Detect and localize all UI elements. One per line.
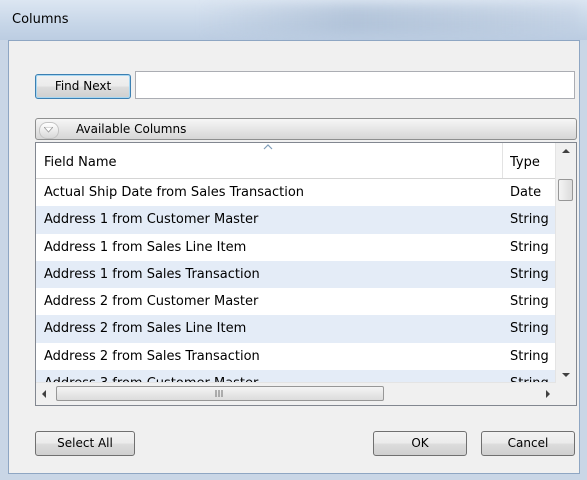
- scroll-right-arrow-icon[interactable]: [539, 383, 556, 405]
- field-name-cell: Address 2 from Sales Transaction: [44, 348, 260, 364]
- field-name-cell: Address 1 from Customer Master: [44, 212, 259, 228]
- ok-button[interactable]: OK: [373, 431, 467, 456]
- select-all-button[interactable]: Select All: [35, 431, 135, 456]
- type-cell: String: [510, 348, 549, 364]
- dialog-body: Find Next Available Columns Field Name T…: [8, 40, 580, 474]
- column-header-type[interactable]: Type: [510, 155, 556, 170]
- scroll-grip-icon: [215, 390, 223, 397]
- find-next-button[interactable]: Find Next: [35, 74, 131, 99]
- field-name-cell: Actual Ship Date from Sales Transaction: [44, 185, 305, 200]
- field-name-cell: Address 2 from Sales Line Item: [44, 321, 247, 337]
- field-name-cell: Address 1 from Sales Line Item: [44, 239, 247, 255]
- grid-header: Field Name Type: [36, 143, 556, 179]
- table-row[interactable]: Address 2 from Sales Transaction String: [36, 343, 556, 370]
- type-cell: String: [510, 294, 549, 310]
- vertical-scrollbar[interactable]: [555, 143, 576, 383]
- table-row[interactable]: Address 2 from Sales Line Item String: [36, 315, 556, 343]
- field-name-cell: Address 2 from Customer Master: [44, 294, 259, 310]
- table-row[interactable]: Address 2 from Customer Master String: [36, 288, 556, 315]
- type-cell: String: [510, 239, 549, 255]
- vertical-scroll-thumb[interactable]: [558, 179, 573, 201]
- sort-ascending-icon: [263, 144, 273, 150]
- scroll-down-arrow-icon[interactable]: [556, 366, 576, 383]
- column-header-field-name[interactable]: Field Name: [44, 155, 117, 170]
- available-columns-header[interactable]: Available Columns: [35, 118, 577, 140]
- type-cell: String: [510, 266, 549, 282]
- table-row[interactable]: Address 1 from Sales Line Item String: [36, 234, 556, 261]
- available-columns-label: Available Columns: [76, 122, 187, 136]
- table-row[interactable]: Address 1 from Sales Transaction String: [36, 260, 556, 289]
- title-bar: Columns: [0, 0, 587, 40]
- cancel-button[interactable]: Cancel: [481, 431, 575, 456]
- window-title: Columns: [12, 12, 69, 27]
- type-cell: Date: [510, 185, 542, 200]
- type-cell: String: [510, 212, 549, 228]
- find-input[interactable]: [135, 71, 575, 99]
- table-row[interactable]: Address 1 from Customer Master String: [36, 206, 556, 234]
- grid-rows: Actual Ship Date from Sales Transaction D…: [36, 179, 556, 398]
- table-row[interactable]: Actual Ship Date from Sales Transaction D…: [36, 179, 556, 206]
- columns-grid[interactable]: Field Name Type Actual Ship Date from Sa…: [35, 142, 577, 406]
- type-cell: String: [510, 321, 549, 337]
- horizontal-scroll-thumb[interactable]: [56, 386, 384, 401]
- scroll-up-arrow-icon[interactable]: [556, 143, 576, 160]
- collapse-chevron-icon[interactable]: [39, 122, 59, 139]
- scroll-left-arrow-icon[interactable]: [36, 383, 53, 405]
- horizontal-scrollbar[interactable]: [36, 382, 556, 405]
- field-name-cell: Address 1 from Sales Transaction: [44, 266, 260, 282]
